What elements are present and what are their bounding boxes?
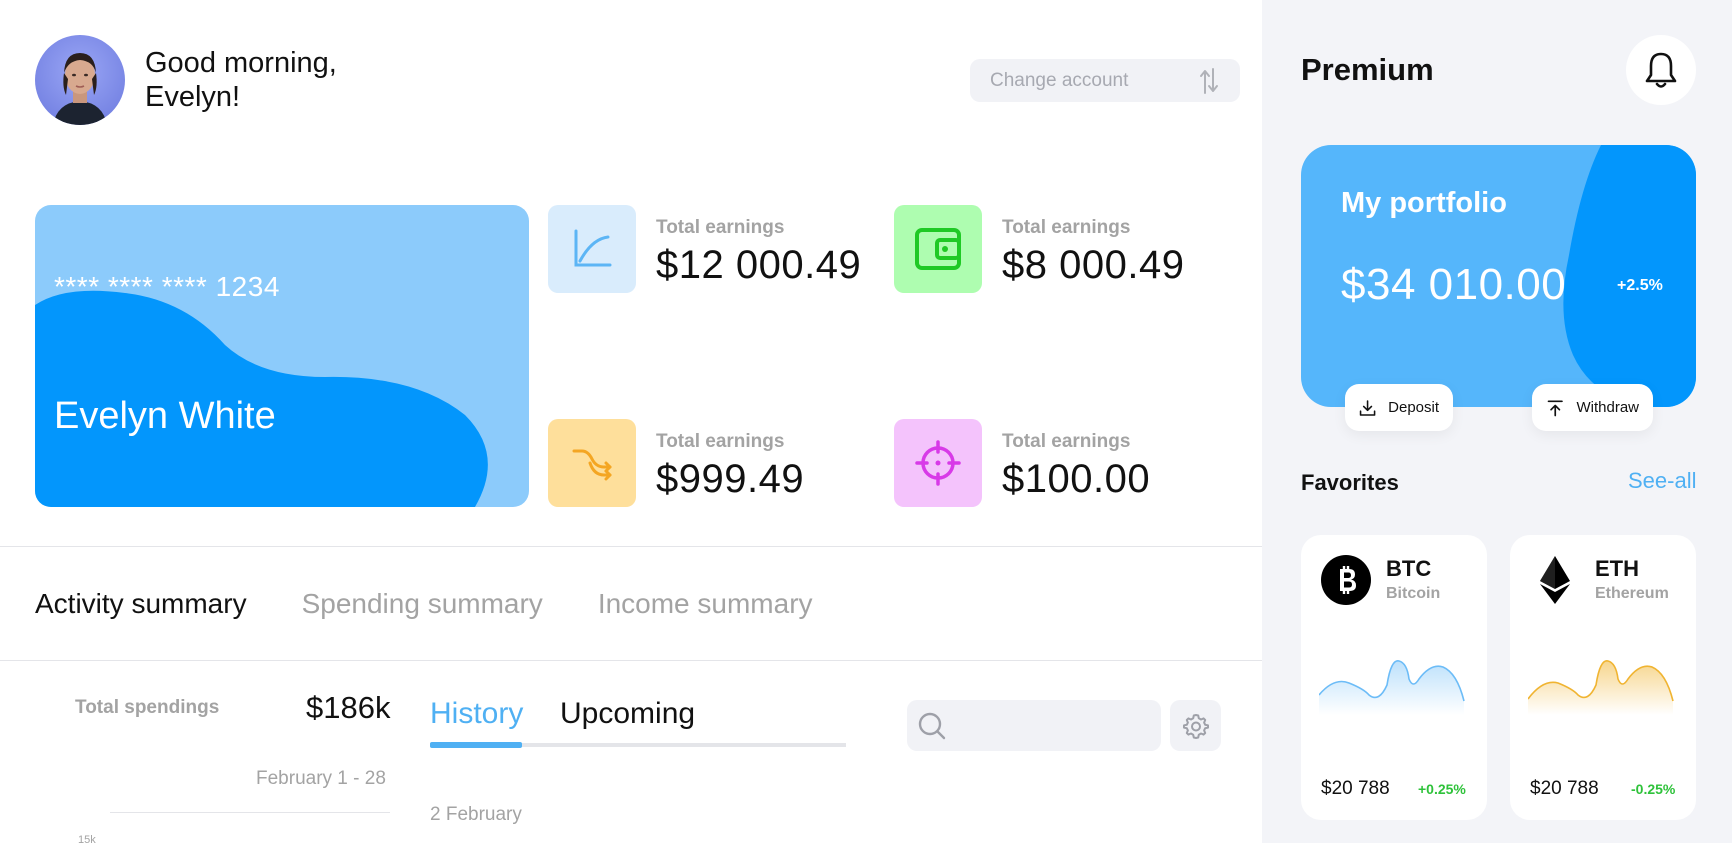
stat-icon-box bbox=[548, 419, 636, 507]
wallet-icon bbox=[915, 228, 961, 270]
stat-icon-box bbox=[894, 419, 982, 507]
portfolio-title: My portfolio bbox=[1341, 187, 1507, 219]
stat-label: Total earnings bbox=[1002, 217, 1131, 238]
gear-icon bbox=[1182, 713, 1209, 739]
favorite-coin-btc[interactable]: BTC Bitcoin $20 788 +0.25% bbox=[1301, 535, 1487, 820]
stat-total-earnings-3: Total earnings $999.49 bbox=[548, 419, 804, 507]
tab-spending-summary[interactable]: Spending summary bbox=[302, 588, 543, 620]
download-icon bbox=[1359, 399, 1376, 416]
deposit-button[interactable]: Deposit bbox=[1345, 384, 1453, 431]
right-sidebar: Premium My portfolio $34 010.00 +2.5% De… bbox=[1262, 0, 1732, 843]
spendings-date-range: February 1 - 28 bbox=[256, 768, 386, 789]
greeting-line-1: Good morning, bbox=[145, 47, 337, 79]
stat-label: Total earnings bbox=[656, 431, 785, 452]
sidebar-title: Premium bbox=[1301, 52, 1434, 87]
stat-total-earnings-4: Total earnings $100.00 bbox=[894, 419, 1150, 507]
settings-button[interactable] bbox=[1170, 700, 1221, 751]
history-date-label: 2 February bbox=[430, 804, 522, 825]
tab-upcoming[interactable]: Upcoming bbox=[560, 697, 695, 731]
coin-symbol: BTC bbox=[1386, 556, 1432, 581]
withdraw-button[interactable]: Withdraw bbox=[1532, 384, 1653, 431]
portfolio-card[interactable]: My portfolio $34 010.00 +2.5% bbox=[1301, 145, 1696, 407]
total-spendings-value: $186k bbox=[306, 690, 391, 725]
stat-icon-box bbox=[548, 205, 636, 293]
withdraw-label: Withdraw bbox=[1576, 399, 1639, 416]
line-chart-icon bbox=[574, 229, 612, 267]
spendings-chart-gridline bbox=[110, 812, 390, 813]
search-input[interactable] bbox=[955, 710, 1145, 741]
coin-symbol: ETH bbox=[1595, 556, 1639, 581]
stat-value: $100.00 bbox=[1002, 457, 1151, 501]
bell-icon bbox=[1645, 52, 1677, 88]
coin-change: +0.25% bbox=[1418, 781, 1466, 797]
tab-history[interactable]: History bbox=[430, 697, 523, 731]
bitcoin-icon bbox=[1321, 555, 1371, 605]
tab-activity-summary[interactable]: Activity summary bbox=[35, 588, 247, 620]
coin-name: Bitcoin bbox=[1386, 585, 1441, 602]
favorites-title: Favorites bbox=[1301, 470, 1399, 495]
coin-change: -0.25% bbox=[1631, 781, 1676, 797]
search-box bbox=[907, 700, 1161, 751]
deposit-label: Deposit bbox=[1388, 399, 1439, 416]
search-icon bbox=[918, 712, 946, 739]
active-tab-indicator bbox=[430, 742, 522, 748]
change-account-button[interactable]: Change account bbox=[970, 59, 1240, 102]
upload-icon bbox=[1547, 399, 1563, 416]
see-all-link[interactable]: See-all bbox=[1628, 468, 1696, 494]
section-divider bbox=[0, 546, 1262, 547]
tab-income-summary[interactable]: Income summary bbox=[598, 588, 813, 620]
portfolio-change: +2.5% bbox=[1617, 277, 1663, 294]
change-account-label: Change account bbox=[990, 69, 1129, 91]
stat-label: Total earnings bbox=[1002, 431, 1131, 452]
stat-icon-box bbox=[894, 205, 982, 293]
eth-sparkline bbox=[1528, 660, 1674, 715]
total-spendings-label: Total spendings bbox=[75, 697, 220, 718]
card-holder-name: Evelyn White bbox=[54, 395, 276, 437]
greeting-line-2: Evelyn! bbox=[145, 81, 241, 113]
stat-label: Total earnings bbox=[656, 217, 785, 238]
spendings-axis-tick: 15k bbox=[78, 834, 96, 843]
coin-price: $20 788 bbox=[1530, 778, 1599, 799]
target-icon bbox=[915, 440, 961, 486]
main-panel: Good morning, Evelyn! Change account ***… bbox=[0, 0, 1262, 843]
stat-value: $999.49 bbox=[656, 457, 805, 501]
stat-value: $8 000.49 bbox=[1002, 243, 1185, 287]
avatar[interactable] bbox=[35, 35, 125, 125]
btc-sparkline bbox=[1319, 660, 1465, 715]
greeting-header: Good morning, Evelyn! bbox=[35, 35, 337, 125]
stat-total-earnings-1: Total earnings $12 000.49 bbox=[548, 205, 861, 293]
split-arrows-icon bbox=[572, 449, 612, 481]
card-number: **** **** **** 1234 bbox=[54, 271, 280, 302]
coin-price: $20 788 bbox=[1321, 778, 1390, 799]
stat-value: $12 000.49 bbox=[656, 243, 862, 287]
section-divider bbox=[0, 660, 1262, 661]
history-tabs: History Upcoming bbox=[430, 697, 846, 751]
favorite-coin-eth[interactable]: ETH Ethereum $20 788 -0.25% bbox=[1510, 535, 1696, 820]
coin-name: Ethereum bbox=[1595, 585, 1669, 602]
bank-card[interactable]: **** **** **** 1234 Evelyn White bbox=[35, 205, 529, 507]
portfolio-amount: $34 010.00 bbox=[1341, 260, 1567, 309]
greeting-text: Good morning, Evelyn! bbox=[145, 46, 337, 114]
summary-tabs: Activity summary Spending summary Income… bbox=[35, 588, 868, 620]
swap-arrows-icon bbox=[1200, 67, 1218, 94]
card-wave-background bbox=[35, 290, 488, 507]
stat-total-earnings-2: Total earnings $8 000.49 bbox=[894, 205, 1184, 293]
notifications-button[interactable] bbox=[1626, 35, 1696, 105]
ethereum-icon bbox=[1540, 556, 1570, 604]
